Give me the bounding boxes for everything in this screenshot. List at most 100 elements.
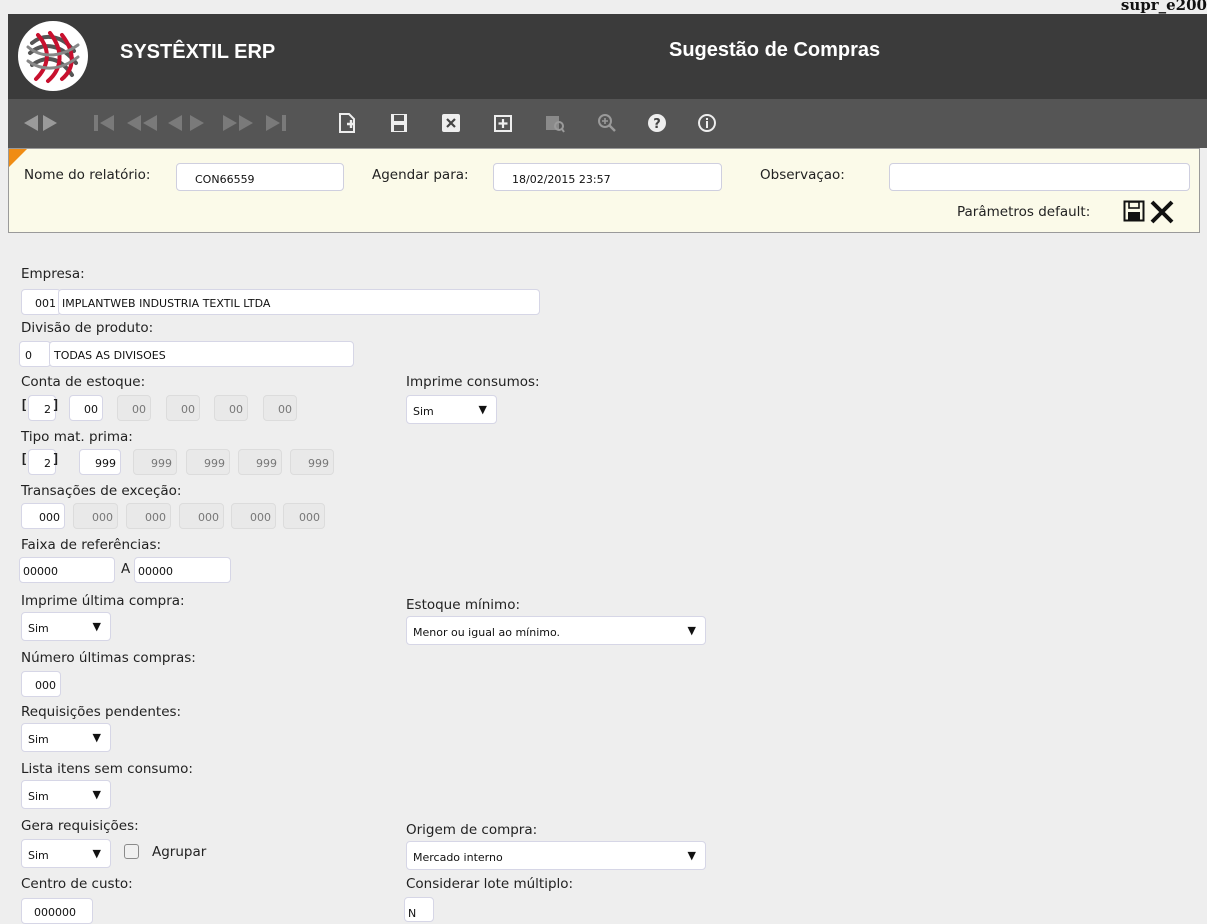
forward-icon[interactable] xyxy=(188,110,206,136)
tipo-input-3: 999 xyxy=(186,449,230,475)
requisicoes-value: Sim xyxy=(28,733,49,746)
agrupar-checkbox[interactable] xyxy=(124,844,139,859)
title-bar: SYSTÊXTIL ERP Sugestão de Compras xyxy=(8,14,1207,99)
numero-ultimas-input[interactable]: 000 xyxy=(21,671,61,697)
tipo-bracket-close: ] xyxy=(52,452,60,467)
chevron-down-icon: ▼ xyxy=(92,788,101,801)
imprime-consumos-select[interactable]: Sim ▼ xyxy=(406,395,497,424)
report-name-label: Nome do relatório: xyxy=(24,167,151,183)
divisao-name-field: TODAS AS DIVISOES xyxy=(49,341,354,367)
delete-icon[interactable] xyxy=(440,110,462,136)
estoque-minimo-select[interactable]: Menor ou igual ao mínimo. ▼ xyxy=(406,616,706,645)
transacao-input-1[interactable]: 000 xyxy=(21,503,65,529)
observation-input[interactable] xyxy=(889,163,1190,191)
faixa-label: Faixa de referências: xyxy=(21,537,162,553)
tipo-input-2: 999 xyxy=(133,449,177,475)
origem-select[interactable]: Mercado interno ▼ xyxy=(406,841,706,870)
origem-label: Origem de compra: xyxy=(406,822,538,838)
centro-custo-input[interactable]: 000000 xyxy=(21,898,93,924)
tipo-bracket-open: [ xyxy=(20,452,28,467)
conta-input-5: 00 xyxy=(263,395,297,421)
rewind-icon[interactable] xyxy=(124,110,160,136)
screen-id: supr_e200 xyxy=(1120,0,1207,14)
lista-itens-label: Lista itens sem consumo: xyxy=(21,761,193,777)
first-icon[interactable] xyxy=(92,110,122,136)
divisao-label: Divisão de produto: xyxy=(21,320,154,336)
chevron-down-icon: ▼ xyxy=(478,403,487,416)
faixa-from-input[interactable]: 00000 xyxy=(19,557,115,583)
conta-bracket-close: ] xyxy=(52,398,60,413)
report-params-panel: Nome do relatório: CON66559 Agendar para… xyxy=(8,148,1200,233)
gera-requisicoes-select[interactable]: Sim ▼ xyxy=(21,839,111,868)
clear-defaults-icon[interactable] xyxy=(1149,199,1175,225)
new-icon[interactable] xyxy=(336,110,358,136)
empresa-code-input[interactable]: 001 xyxy=(21,289,61,315)
tipo-input-4: 999 xyxy=(238,449,282,475)
schedule-input[interactable]: 18/02/2015 23:57 xyxy=(493,163,722,191)
requisicoes-select[interactable]: Sim ▼ xyxy=(21,723,111,752)
gera-requisicoes-value: Sim xyxy=(28,849,49,862)
origem-value: Mercado interno xyxy=(413,851,503,864)
systextil-logo-icon xyxy=(18,21,88,91)
fast-forward-icon[interactable] xyxy=(220,110,256,136)
save-defaults-icon[interactable] xyxy=(1123,199,1145,223)
help-icon[interactable]: ? xyxy=(646,110,668,136)
transacao-input-5: 000 xyxy=(231,503,276,529)
agrupar-label: Agrupar xyxy=(152,844,207,860)
chevron-down-icon: ▼ xyxy=(92,620,101,633)
chevron-down-icon: ▼ xyxy=(687,624,696,637)
conta-bracket-open: [ xyxy=(20,398,28,413)
transacao-input-3: 000 xyxy=(126,503,171,529)
empresa-label: Empresa: xyxy=(21,266,85,282)
requisicoes-label: Requisições pendentes: xyxy=(21,704,182,720)
save-icon[interactable] xyxy=(388,110,410,136)
tipo-input-1[interactable]: 999 xyxy=(79,449,121,475)
lote-multiplo-label: Considerar lote múltiplo: xyxy=(406,876,574,892)
default-params-label: Parâmetros default: xyxy=(957,204,1091,220)
chevron-down-icon: ▼ xyxy=(92,847,101,860)
gera-requisicoes-label: Gera requisições: xyxy=(21,818,139,834)
transacoes-label: Transações de exceção: xyxy=(21,483,182,499)
imprime-consumos-value: Sim xyxy=(413,405,434,418)
app-name: SYSTÊXTIL ERP xyxy=(120,41,276,63)
imprime-ultima-value: Sim xyxy=(28,622,49,635)
lote-multiplo-input[interactable]: N xyxy=(404,897,434,922)
panel-corner-marker xyxy=(9,149,27,167)
transacao-input-4: 000 xyxy=(179,503,224,529)
prev-record-icon[interactable] xyxy=(22,110,40,136)
empresa-name-field: IMPLANTWEB INDUSTRIA TEXTIL LTDA xyxy=(58,289,540,315)
lista-itens-select[interactable]: Sim ▼ xyxy=(21,780,111,809)
tipo-input-5: 999 xyxy=(290,449,334,475)
estoque-minimo-value: Menor ou igual ao mínimo. xyxy=(413,626,560,639)
chevron-down-icon: ▼ xyxy=(687,849,696,862)
conta-input-4: 00 xyxy=(214,395,248,421)
imprime-ultima-select[interactable]: Sim ▼ xyxy=(21,612,111,641)
conta-estoque-label: Conta de estoque: xyxy=(21,374,146,390)
chevron-down-icon: ▼ xyxy=(92,731,101,744)
lista-itens-value: Sim xyxy=(28,790,49,803)
imprime-ultima-label: Imprime última compra: xyxy=(21,593,185,609)
divisao-code-input[interactable]: 0 xyxy=(19,341,51,367)
info-icon[interactable] xyxy=(696,110,718,136)
conta-input-1[interactable]: 00 xyxy=(69,395,103,421)
conta-input-3: 00 xyxy=(166,395,200,421)
next-record-icon[interactable] xyxy=(41,110,59,136)
back-icon[interactable] xyxy=(166,110,184,136)
observation-label: Observaçao: xyxy=(760,167,845,183)
faixa-to-input[interactable]: 00000 xyxy=(134,557,231,583)
last-icon[interactable] xyxy=(262,110,292,136)
tipo-mat-label: Tipo mat. prima: xyxy=(21,429,133,445)
report-name-input[interactable]: CON66559 xyxy=(176,163,344,191)
faixa-separator: A xyxy=(121,561,131,577)
schedule-label: Agendar para: xyxy=(372,167,469,183)
conta-input-2: 00 xyxy=(117,395,151,421)
toolbar: ? xyxy=(8,99,1207,148)
imprime-consumos-label: Imprime consumos: xyxy=(406,374,540,390)
page-title: Sugestão de Compras xyxy=(669,39,881,61)
add-icon[interactable] xyxy=(492,110,514,136)
preview-icon[interactable] xyxy=(544,110,566,136)
svg-text:?: ? xyxy=(653,117,661,132)
estoque-minimo-label: Estoque mínimo: xyxy=(406,597,521,613)
zoom-icon[interactable] xyxy=(596,110,618,136)
centro-custo-label: Centro de custo: xyxy=(21,876,133,892)
